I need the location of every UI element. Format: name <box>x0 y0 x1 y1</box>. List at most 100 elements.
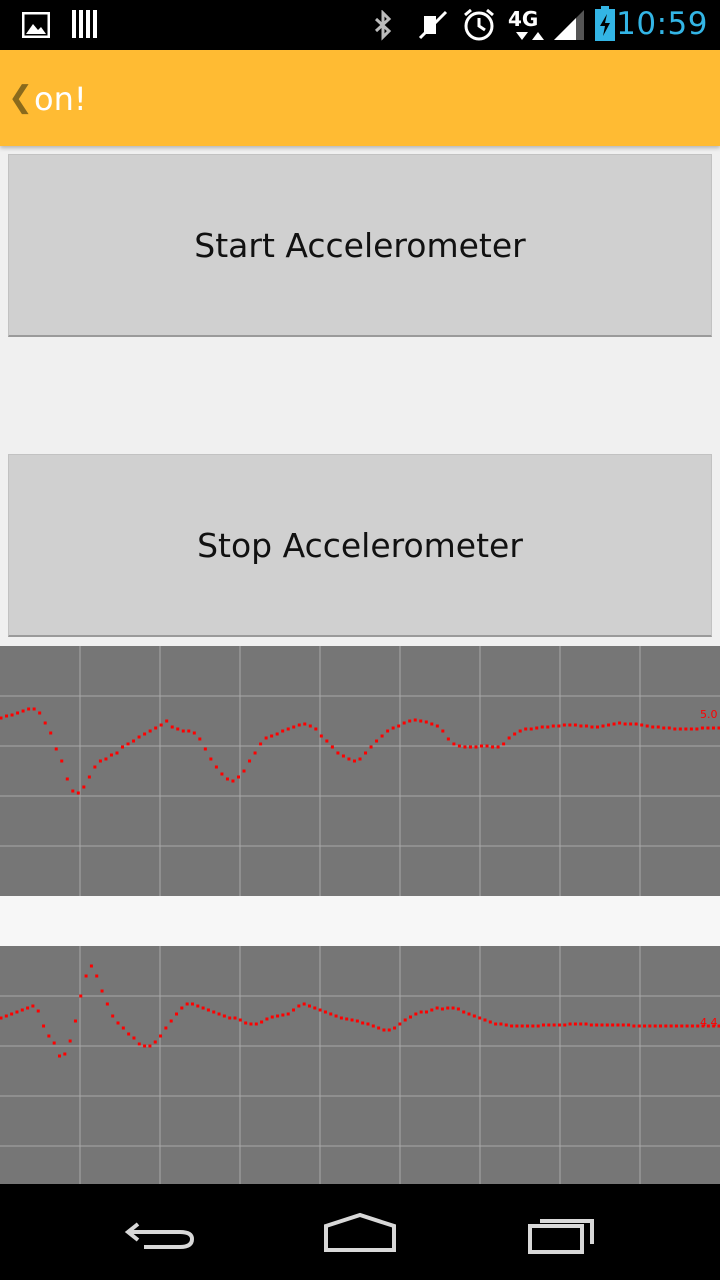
data-point <box>0 1016 3 1020</box>
data-point <box>451 1006 455 1010</box>
data-point <box>611 1023 615 1027</box>
data-point <box>510 1024 514 1028</box>
data-point <box>540 725 544 729</box>
data-point <box>93 765 97 769</box>
data-point <box>65 777 69 781</box>
start-accelerometer-button[interactable]: Start Accelerometer <box>8 154 712 337</box>
data-point <box>595 725 599 729</box>
home-button[interactable] <box>320 1212 400 1258</box>
graph-canvas-1: 5.0 <box>0 646 720 896</box>
data-point <box>10 1012 14 1016</box>
data-point <box>667 726 671 730</box>
data-point <box>690 1024 694 1028</box>
data-point <box>643 1024 647 1028</box>
recents-button[interactable] <box>524 1214 600 1260</box>
data-point <box>334 1014 338 1018</box>
accelerometer-graph-2: 4.4 <box>0 946 720 1184</box>
data-point <box>121 1026 125 1030</box>
data-point <box>222 1014 226 1018</box>
data-point <box>159 723 163 727</box>
data-point <box>185 1002 189 1006</box>
bluetooth-icon <box>372 9 394 46</box>
data-point <box>430 722 434 726</box>
data-point <box>105 1002 109 1006</box>
data-point <box>313 1006 317 1010</box>
data-point <box>89 964 93 968</box>
data-point <box>32 707 36 711</box>
data-point <box>84 974 88 978</box>
data-point <box>645 724 649 728</box>
back-button[interactable] <box>122 1214 198 1258</box>
data-point <box>148 729 152 733</box>
data-point <box>15 1010 19 1014</box>
svg-text:4G: 4G <box>508 7 538 31</box>
navigation-bar <box>0 1184 720 1280</box>
data-point <box>286 1012 290 1016</box>
data-point <box>472 1014 476 1018</box>
back-arrow-icon <box>124 1222 195 1249</box>
data-point <box>632 1024 636 1028</box>
data-point <box>377 1026 381 1030</box>
app-title[interactable]: on! <box>34 80 87 118</box>
data-point <box>16 711 20 715</box>
data-point <box>397 724 401 728</box>
data-point <box>674 1024 678 1028</box>
data-point <box>618 721 622 725</box>
data-point <box>414 1012 418 1016</box>
data-point <box>121 745 125 749</box>
data-point <box>281 1013 285 1017</box>
data-point <box>685 1024 689 1028</box>
current-value-label: 4.4 <box>700 1016 718 1029</box>
data-point <box>31 1004 35 1008</box>
data-point <box>502 742 506 746</box>
data-point <box>491 745 495 749</box>
data-point <box>361 1021 365 1025</box>
data-point <box>424 720 428 724</box>
data-point <box>137 1042 141 1046</box>
stop-accelerometer-button[interactable]: Stop Accelerometer <box>8 454 712 637</box>
data-point <box>176 727 180 731</box>
data-point <box>380 734 384 738</box>
data-point <box>345 1017 349 1021</box>
data-point <box>409 1015 413 1019</box>
data-point <box>308 724 312 728</box>
data-point <box>248 759 252 763</box>
data-point <box>47 1034 51 1038</box>
data-point <box>369 745 373 749</box>
data-point <box>563 1023 567 1027</box>
data-point <box>339 1016 343 1020</box>
data-point <box>71 789 75 793</box>
data-point <box>319 734 323 738</box>
data-point <box>640 723 644 727</box>
data-point <box>73 1019 77 1023</box>
data-point <box>605 1023 609 1027</box>
data-point <box>43 721 47 725</box>
data-point <box>341 754 345 758</box>
data-point <box>100 989 104 993</box>
data-point <box>187 729 191 733</box>
data-point <box>584 1022 588 1026</box>
alarm-icon <box>462 8 496 46</box>
data-point <box>206 1008 210 1012</box>
data-point <box>494 1022 498 1026</box>
data-point <box>623 722 627 726</box>
data-point <box>579 724 583 728</box>
data-point <box>689 727 693 731</box>
data-point <box>111 1014 115 1018</box>
data-point <box>499 1022 503 1026</box>
data-point <box>375 739 379 743</box>
data-point <box>637 1024 641 1028</box>
data-point <box>21 709 25 713</box>
data-point <box>366 1022 370 1026</box>
data-point <box>658 1024 662 1028</box>
data-point <box>217 1012 221 1016</box>
data-point <box>143 732 147 736</box>
data-point <box>547 1023 551 1027</box>
data-point <box>513 732 517 736</box>
data-point <box>347 757 351 761</box>
data-point <box>706 726 710 730</box>
data-point <box>198 737 202 741</box>
data-point <box>260 1020 264 1024</box>
chevron-left-icon[interactable]: ❮ <box>8 80 33 115</box>
data-point <box>153 1040 157 1044</box>
